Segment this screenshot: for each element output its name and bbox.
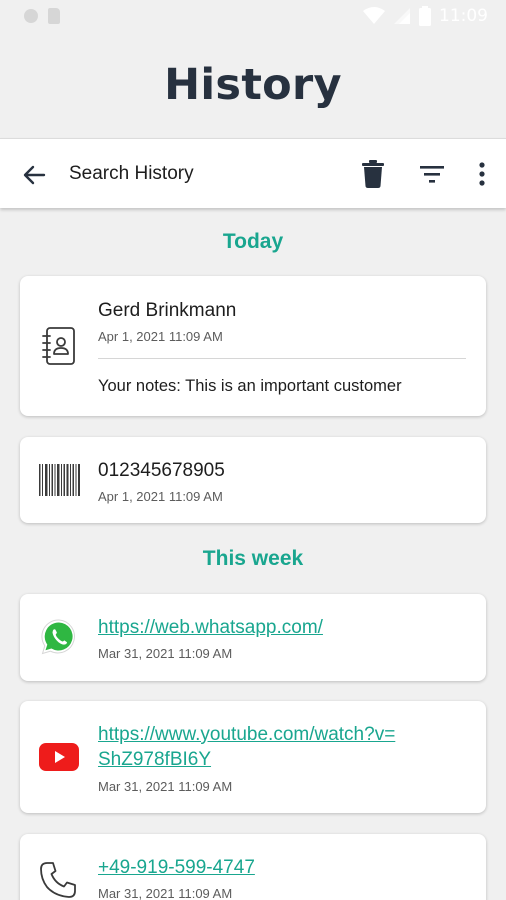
history-item-youtube[interactable]: https://www.youtube.com/watch?v= ShZ978f…: [20, 701, 486, 813]
delete-button[interactable]: [361, 160, 385, 188]
phone-icon: [39, 861, 77, 900]
trash-icon: [362, 160, 384, 188]
arrow-left-icon: [23, 165, 46, 185]
more-options-button[interactable]: [472, 159, 492, 189]
item-notes: Your notes: This is an important custome…: [98, 377, 402, 395]
search-toolbar: Search History: [0, 138, 506, 208]
whatsapp-link[interactable]: https://web.whatsapp.com/: [98, 617, 323, 639]
history-item-phone[interactable]: +49-919-599-4747 Mar 31, 2021 11:09 AM: [20, 834, 486, 900]
item-date: Apr 1, 2021 11:09 AM: [98, 489, 223, 504]
notification-dot-icon: [24, 9, 38, 23]
item-date: Mar 31, 2021 11:09 AM: [98, 886, 233, 900]
item-date: Mar 31, 2021 11:09 AM: [98, 779, 233, 794]
status-time: 11:09: [439, 6, 488, 26]
battery-icon: [419, 6, 431, 26]
history-item-barcode[interactable]: 012345678905 Apr 1, 2021 11:09 AM: [20, 437, 486, 523]
filter-button[interactable]: [418, 161, 446, 187]
contact-book-icon: [42, 327, 76, 370]
page-title: History: [164, 60, 342, 110]
status-bar: 11:09: [0, 0, 506, 32]
sd-card-icon: [48, 8, 60, 24]
history-item-contact[interactable]: Gerd Brinkmann Apr 1, 2021 11:09 AM Your…: [20, 276, 486, 416]
barcode-value: 012345678905: [98, 460, 225, 481]
signal-icon: [393, 7, 411, 25]
whatsapp-icon: [40, 618, 78, 661]
barcode-icon: [39, 464, 81, 501]
more-vertical-icon: [479, 162, 485, 186]
youtube-icon: [39, 743, 79, 776]
contact-name: Gerd Brinkmann: [98, 300, 237, 321]
phone-link[interactable]: +49-919-599-4747: [98, 857, 255, 879]
card-divider: [98, 358, 466, 359]
section-header-this-week: This week: [202, 547, 304, 570]
history-item-whatsapp[interactable]: https://web.whatsapp.com/ Mar 31, 2021 1…: [20, 594, 486, 681]
youtube-link-line-2[interactable]: ShZ978fBI6Y: [98, 749, 211, 771]
youtube-link-line-1[interactable]: https://www.youtube.com/watch?v=: [98, 724, 395, 746]
wifi-icon: [363, 7, 385, 25]
search-history-title[interactable]: Search History: [69, 163, 194, 185]
item-date: Mar 31, 2021 11:09 AM: [98, 646, 233, 661]
item-date: Apr 1, 2021 11:09 AM: [98, 329, 223, 344]
back-button[interactable]: [20, 160, 50, 190]
filter-icon: [420, 166, 444, 183]
section-header-today: Today: [222, 230, 284, 253]
